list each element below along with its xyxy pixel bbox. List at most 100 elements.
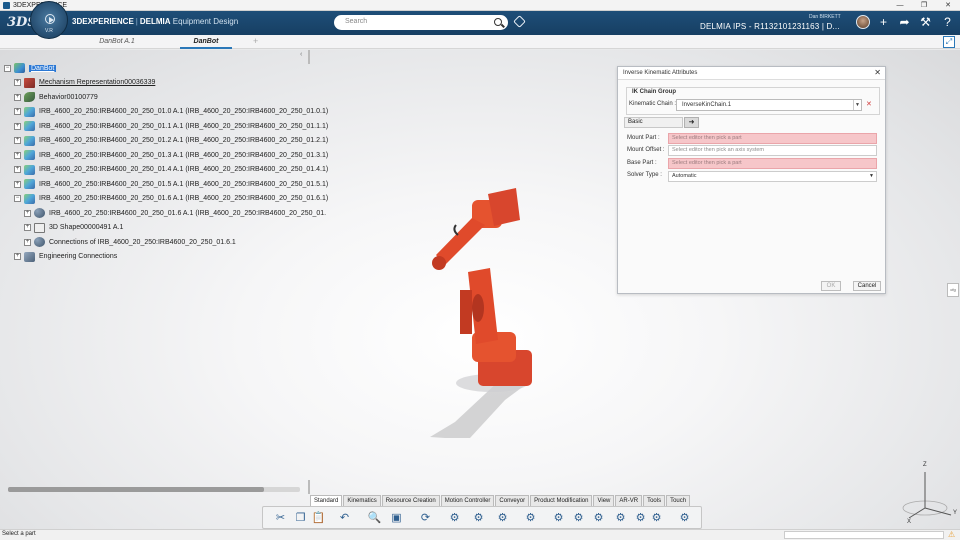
tab-danbot[interactable]: DanBot [180,37,232,49]
action-tab[interactable]: Product Modification [530,495,593,506]
tree-node-label[interactable]: 3D Shape00000491 A.1 [49,224,123,231]
tree-node-label[interactable]: IRB_4600_20_250:IRB4600_20_250_01.0 A.1 … [39,108,328,115]
base-part-field[interactable]: Select editor then pick a part [668,158,877,169]
add-icon[interactable]: + [877,16,890,29]
avatar[interactable] [856,15,870,29]
dialog-close-icon[interactable]: ✕ [874,68,881,77]
simulate-icon[interactable]: ⚙ [613,511,628,526]
clear-chain-icon[interactable]: ✕ [866,100,872,108]
tree-node-label[interactable]: IRB_4600_20_250:IRB4600_20_250_01.4 A.1 … [39,166,328,173]
update-icon[interactable]: ⟳ [418,511,433,526]
warning-icon[interactable]: ⚠ [948,530,955,539]
tree-node[interactable]: + IRB_4600_20_250:IRB4600_20_250_01.5 A.1… [14,178,328,190]
teach-icon[interactable]: ⚙ [633,511,648,526]
cut-icon[interactable]: ✂ [273,511,288,526]
undo-icon[interactable]: ↶ [337,511,352,526]
analysis-icon[interactable]: ⚙ [649,511,664,526]
expand-toggle-icon[interactable]: + [24,238,31,246]
expand-toggle-icon[interactable]: + [14,79,21,86]
action-tab[interactable]: Tools [643,495,666,506]
mount-part-field[interactable]: Select editor then pick a part [668,133,877,144]
tree-node[interactable]: − DanBot [4,62,57,74]
expand-toggle-icon[interactable]: + [14,122,21,130]
tree-node[interactable]: + IRB_4600_20_250:IRB4600_20_250_01.1 A.1… [14,120,328,132]
expand-toggle-icon[interactable]: + [14,253,21,260]
tree-node[interactable]: + IRB_4600_20_250:IRB4600_20_250_01.3 A.1… [14,149,328,161]
expand-toggle-icon[interactable]: − [4,64,11,72]
tree-node[interactable]: − IRB_4600_20_250:IRB4600_20_250_01.6 A.1… [14,193,328,205]
tree-node-label[interactable]: IRB_4600_20_250:IRB4600_20_250_01.6 A.1 … [39,195,328,202]
command-input[interactable] [784,531,944,539]
apps-icon[interactable]: ⚒ [919,16,932,29]
tree-node-label[interactable]: IRB_4600_20_250:IRB4600_20_250_01.2 A.1 … [39,137,328,144]
tree-node[interactable]: + Mechanism Representation00036339 [14,77,155,89]
action-tab[interactable]: AR-VR [615,495,643,506]
tree-splitter-top[interactable] [308,50,310,64]
tree-node-label[interactable]: IRB_4600_20_250:IRB4600_20_250_01.6 A.1 … [49,210,326,217]
kinematic-chain-select[interactable]: InverseKinChain.1 [676,99,862,111]
sensor-icon[interactable]: ⚙ [551,511,566,526]
tab-danbot-a1[interactable]: DanBot A.1 [92,37,142,49]
tree-node-label[interactable]: IRB_4600_20_250:IRB4600_20_250_01.1 A.1 … [39,123,328,130]
paste-icon[interactable]: 📋 [311,511,326,526]
kinematic-chain-icon[interactable]: ⚙ [523,511,538,526]
expand-toggle-icon[interactable]: + [14,180,21,188]
action-tab[interactable]: Resource Creation [381,495,440,506]
tree-node[interactable]: + IRB_4600_20_250:IRB4600_20_250_01.6 A.1… [24,207,326,219]
solver-type-select[interactable]: Automatic ▼ [668,171,877,182]
tree-node[interactable]: + IRB_4600_20_250:IRB4600_20_250_01.4 A.1… [14,164,328,176]
mechanism-icon[interactable]: ⚙ [447,511,462,526]
expand-toggle-icon[interactable]: + [14,93,21,101]
view-mode-icon[interactable]: ▣ [389,511,404,526]
expand-toggle-icon[interactable]: + [24,209,31,217]
tree-node-label[interactable]: IRB_4600_20_250:IRB4600_20_250_01.5 A.1 … [39,181,328,188]
share-icon[interactable]: ➦ [898,16,911,29]
action-tab[interactable]: View [593,495,615,506]
tab-basic[interactable]: Basic [624,117,683,128]
tag-icon[interactable] [513,15,526,28]
tree-node-label[interactable]: IRB_4600_20_250:IRB4600_20_250_01.3 A.1 … [39,152,328,159]
tree-node[interactable]: + Connections of IRB_4600_20_250:IRB4600_… [24,236,236,248]
ok-button[interactable]: OK [821,281,841,291]
search-box[interactable]: Search [334,15,508,30]
tree-node[interactable]: + IRB_4600_20_250:IRB4600_20_250_01.2 A.1… [14,135,328,147]
maximize-button[interactable]: ❐ [912,0,936,11]
action-tab[interactable]: Motion Controller [440,495,495,506]
tree-node[interactable]: + Engineering Connections [14,251,117,263]
fullscreen-icon[interactable]: ⤢ [943,36,955,48]
tree-node-label[interactable]: DanBot [29,64,57,72]
play-icon[interactable]: ⚙ [677,511,692,526]
search-icon[interactable] [494,18,502,26]
close-window-button[interactable]: ✕ [936,0,960,11]
zoom-icon[interactable]: 🔍 [367,511,382,526]
expand-toggle-icon[interactable]: − [14,195,21,202]
tree-node-label[interactable]: Connections of IRB_4600_20_250:IRB4600_2… [49,239,236,246]
action-tab[interactable]: Conveyor [495,495,530,506]
expand-toggle-icon[interactable]: + [24,224,31,231]
tree-scroll-thumb[interactable] [8,487,264,492]
inverse-kinematics-icon[interactable]: ⚙ [591,511,606,526]
help-icon[interactable]: ? [941,16,954,29]
action-tab[interactable]: Kinematics [343,495,381,506]
tree-splitter-bottom[interactable] [308,480,310,494]
arrow-right-icon[interactable]: ➜ [684,117,699,128]
tree-node-label[interactable]: Mechanism Representation00036339 [39,79,155,86]
tree-node-label[interactable]: Engineering Connections [39,253,117,260]
expand-toggle-icon[interactable]: + [14,151,21,159]
action-tab[interactable]: Standard [310,495,343,506]
side-panel-tab[interactable]: cfg [947,283,959,297]
tree-node[interactable]: + IRB_4600_20_250:IRB4600_20_250_01.0 A.1… [14,106,328,118]
minimize-button[interactable]: — [888,0,912,11]
copy-icon[interactable]: ❐ [293,511,308,526]
tree-node-label[interactable]: Behavior00100779 [39,94,98,101]
tree-node[interactable]: +3D Shape00000491 A.1 [24,222,123,234]
robot-icon[interactable]: ⚙ [571,511,586,526]
command-icon[interactable]: ⚙ [495,511,510,526]
cancel-button[interactable]: Cancel [853,281,881,291]
tree-node[interactable]: + Behavior00100779 [14,91,98,103]
expand-toggle-icon[interactable]: + [14,108,21,115]
expand-toggle-icon[interactable]: + [14,166,21,173]
expand-toggle-icon[interactable]: + [14,137,21,144]
action-tab[interactable]: Touch [666,495,691,506]
compass-widget[interactable]: V.R [30,1,68,39]
